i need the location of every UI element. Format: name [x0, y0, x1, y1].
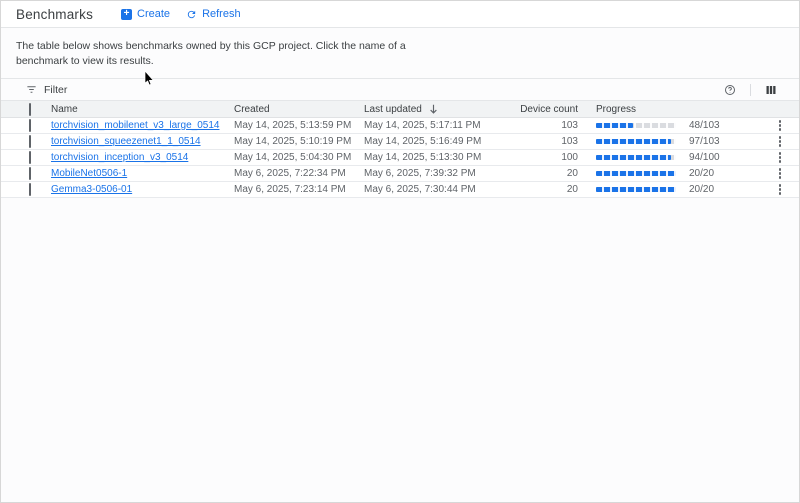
more-vert-icon[interactable] — [775, 151, 786, 164]
progress-fraction: 94/100 — [689, 152, 720, 163]
progress-cell: 48/103 — [578, 120, 761, 131]
row-checkbox[interactable] — [29, 183, 31, 196]
help-icon — [724, 84, 736, 96]
column-header-name[interactable]: Name — [51, 104, 234, 115]
row-checkbox-cell — [29, 168, 51, 179]
arrow-down-icon — [429, 104, 438, 114]
table-header-row: Name Created Last updated Device count P… — [1, 100, 799, 118]
row-menu-cell — [761, 183, 799, 196]
refresh-icon — [186, 9, 197, 20]
progress-cell: 20/20 — [578, 184, 761, 195]
column-display-button[interactable] — [765, 84, 777, 96]
row-checkbox[interactable] — [29, 167, 31, 180]
progress-bar — [596, 139, 676, 144]
benchmark-name-link[interactable]: torchvision_inception_v3_0514 — [51, 152, 188, 163]
benchmark-name-link[interactable]: Gemma3-0506-01 — [51, 184, 132, 195]
refresh-button-label: Refresh — [202, 8, 241, 20]
row-checkbox[interactable] — [29, 119, 31, 132]
column-header-last-updated-label: Last updated — [364, 104, 422, 115]
progress-bar-fill — [596, 187, 676, 192]
column-header-progress: Progress — [578, 104, 761, 115]
benchmarks-page: Benchmarks + Create Refresh The table be… — [0, 0, 800, 503]
create-button[interactable]: + Create — [121, 8, 170, 20]
row-checkbox[interactable] — [29, 135, 31, 148]
select-all-checkbox[interactable] — [29, 103, 31, 116]
row-menu-cell — [761, 135, 799, 148]
column-display-icon — [765, 84, 777, 96]
column-header-created[interactable]: Created — [234, 104, 364, 115]
created-cell: May 14, 2025, 5:10:19 PM — [234, 136, 364, 147]
last-updated-cell: May 14, 2025, 5:17:11 PM — [364, 120, 511, 131]
device-count-cell: 20 — [511, 184, 578, 195]
created-cell: May 6, 2025, 7:23:14 PM — [234, 184, 364, 195]
table-row: Gemma3-0506-01 May 6, 2025, 7:23:14 PM M… — [1, 182, 799, 198]
device-count-cell: 20 — [511, 168, 578, 179]
progress-bar-fill — [596, 155, 671, 160]
created-cell: May 14, 2025, 5:13:59 PM — [234, 120, 364, 131]
table-row: torchvision_mobilenet_v3_large_0514 May … — [1, 118, 799, 134]
last-updated-cell: May 6, 2025, 7:30:44 PM — [364, 184, 511, 195]
progress-fraction: 48/103 — [689, 120, 720, 131]
table-body: torchvision_mobilenet_v3_large_0514 May … — [1, 118, 799, 198]
row-checkbox[interactable] — [29, 151, 31, 164]
filter-bar: Filter — [1, 79, 799, 100]
last-updated-cell: May 14, 2025, 5:16:49 PM — [364, 136, 511, 147]
progress-bar-fill — [596, 123, 633, 128]
filter-button[interactable]: Filter — [26, 84, 67, 96]
progress-bar — [596, 187, 676, 192]
progress-cell: 94/100 — [578, 152, 761, 163]
progress-bar-fill — [596, 171, 676, 176]
filter-label: Filter — [44, 84, 67, 96]
progress-bar-fill — [596, 139, 671, 144]
row-menu-cell — [761, 119, 799, 132]
progress-bar — [596, 155, 676, 160]
help-button[interactable] — [724, 84, 736, 96]
more-vert-icon[interactable] — [775, 167, 786, 180]
created-cell: May 14, 2025, 5:04:30 PM — [234, 152, 364, 163]
progress-fraction: 20/20 — [689, 168, 714, 179]
more-vert-icon[interactable] — [775, 183, 786, 196]
select-all-cell — [29, 104, 51, 115]
more-vert-icon[interactable] — [775, 119, 786, 132]
row-checkbox-cell — [29, 184, 51, 195]
table-row: MobileNet0506-1 May 6, 2025, 7:22:34 PM … — [1, 166, 799, 182]
last-updated-cell: May 6, 2025, 7:39:32 PM — [364, 168, 511, 179]
toolbar-divider — [750, 84, 751, 96]
row-checkbox-cell — [29, 136, 51, 147]
column-header-device-count[interactable]: Device count — [511, 104, 578, 115]
more-vert-icon[interactable] — [775, 135, 786, 148]
progress-bar — [596, 123, 676, 128]
benchmark-name-link[interactable]: MobileNet0506-1 — [51, 168, 127, 179]
progress-cell: 97/103 — [578, 136, 761, 147]
row-menu-cell — [761, 167, 799, 180]
created-cell: May 6, 2025, 7:22:34 PM — [234, 168, 364, 179]
description-text: The table below shows benchmarks owned b… — [16, 39, 456, 69]
benchmark-name-link[interactable]: torchvision_squeezenet1_1_0514 — [51, 136, 201, 147]
device-count-cell: 103 — [511, 136, 578, 147]
progress-fraction: 20/20 — [689, 184, 714, 195]
create-button-label: Create — [137, 8, 170, 20]
title-bar: Benchmarks + Create Refresh — [1, 1, 799, 28]
filter-icon — [26, 84, 37, 95]
device-count-cell: 100 — [511, 152, 578, 163]
benchmark-name-link[interactable]: torchvision_mobilenet_v3_large_0514 — [51, 120, 219, 131]
refresh-button[interactable]: Refresh — [186, 8, 241, 20]
page-title: Benchmarks — [16, 7, 93, 22]
table-row: torchvision_inception_v3_0514 May 14, 20… — [1, 150, 799, 166]
last-updated-cell: May 14, 2025, 5:13:30 PM — [364, 152, 511, 163]
progress-fraction: 97/103 — [689, 136, 720, 147]
filter-bar-actions — [724, 84, 777, 96]
plus-icon: + — [121, 9, 132, 20]
row-checkbox-cell — [29, 120, 51, 131]
column-header-last-updated[interactable]: Last updated — [364, 104, 511, 115]
description-section: The table below shows benchmarks owned b… — [1, 28, 799, 79]
table-row: torchvision_squeezenet1_1_0514 May 14, 2… — [1, 134, 799, 150]
row-menu-cell — [761, 151, 799, 164]
progress-cell: 20/20 — [578, 168, 761, 179]
row-checkbox-cell — [29, 152, 51, 163]
progress-bar — [596, 171, 676, 176]
device-count-cell: 103 — [511, 120, 578, 131]
